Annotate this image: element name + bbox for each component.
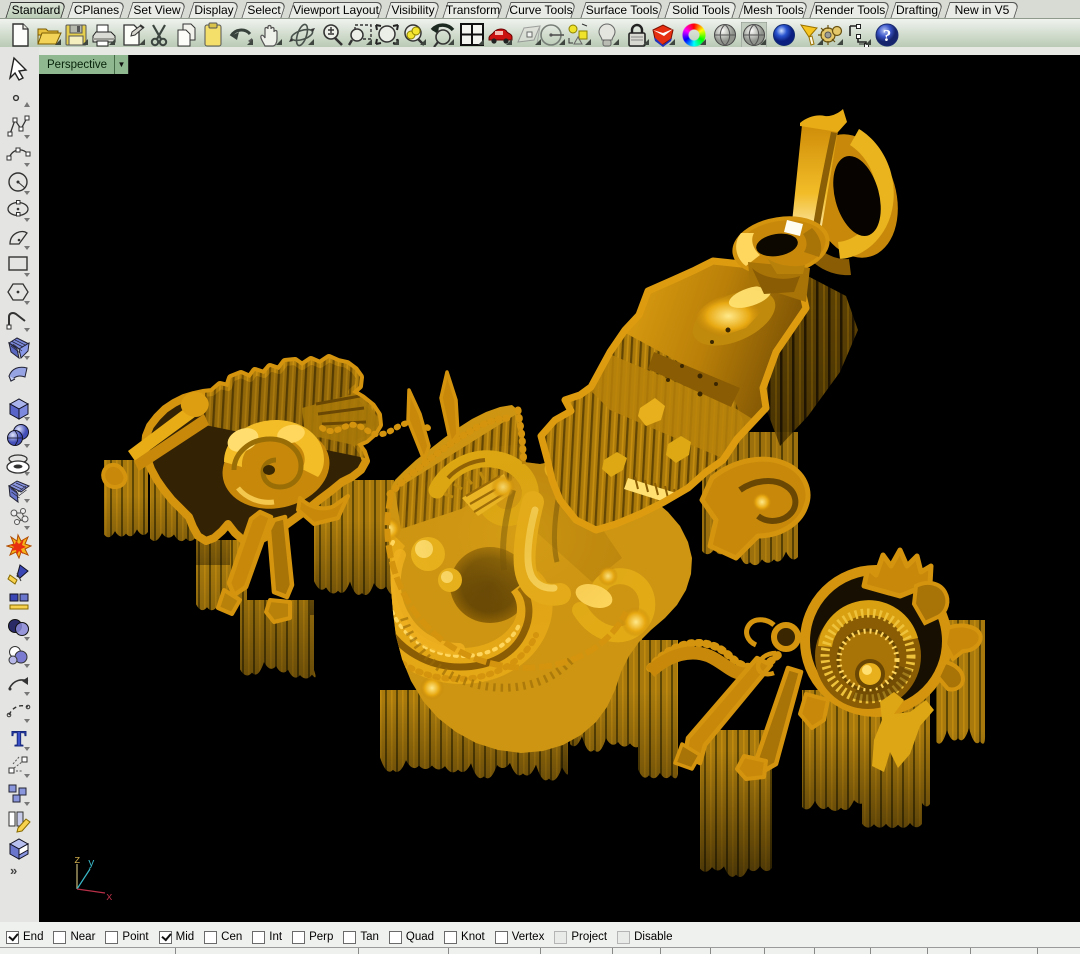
svg-text:y: y (88, 858, 95, 870)
svg-text:?: ? (883, 26, 892, 45)
svg-text:z: z (74, 855, 81, 867)
svg-text:x: x (106, 892, 113, 904)
